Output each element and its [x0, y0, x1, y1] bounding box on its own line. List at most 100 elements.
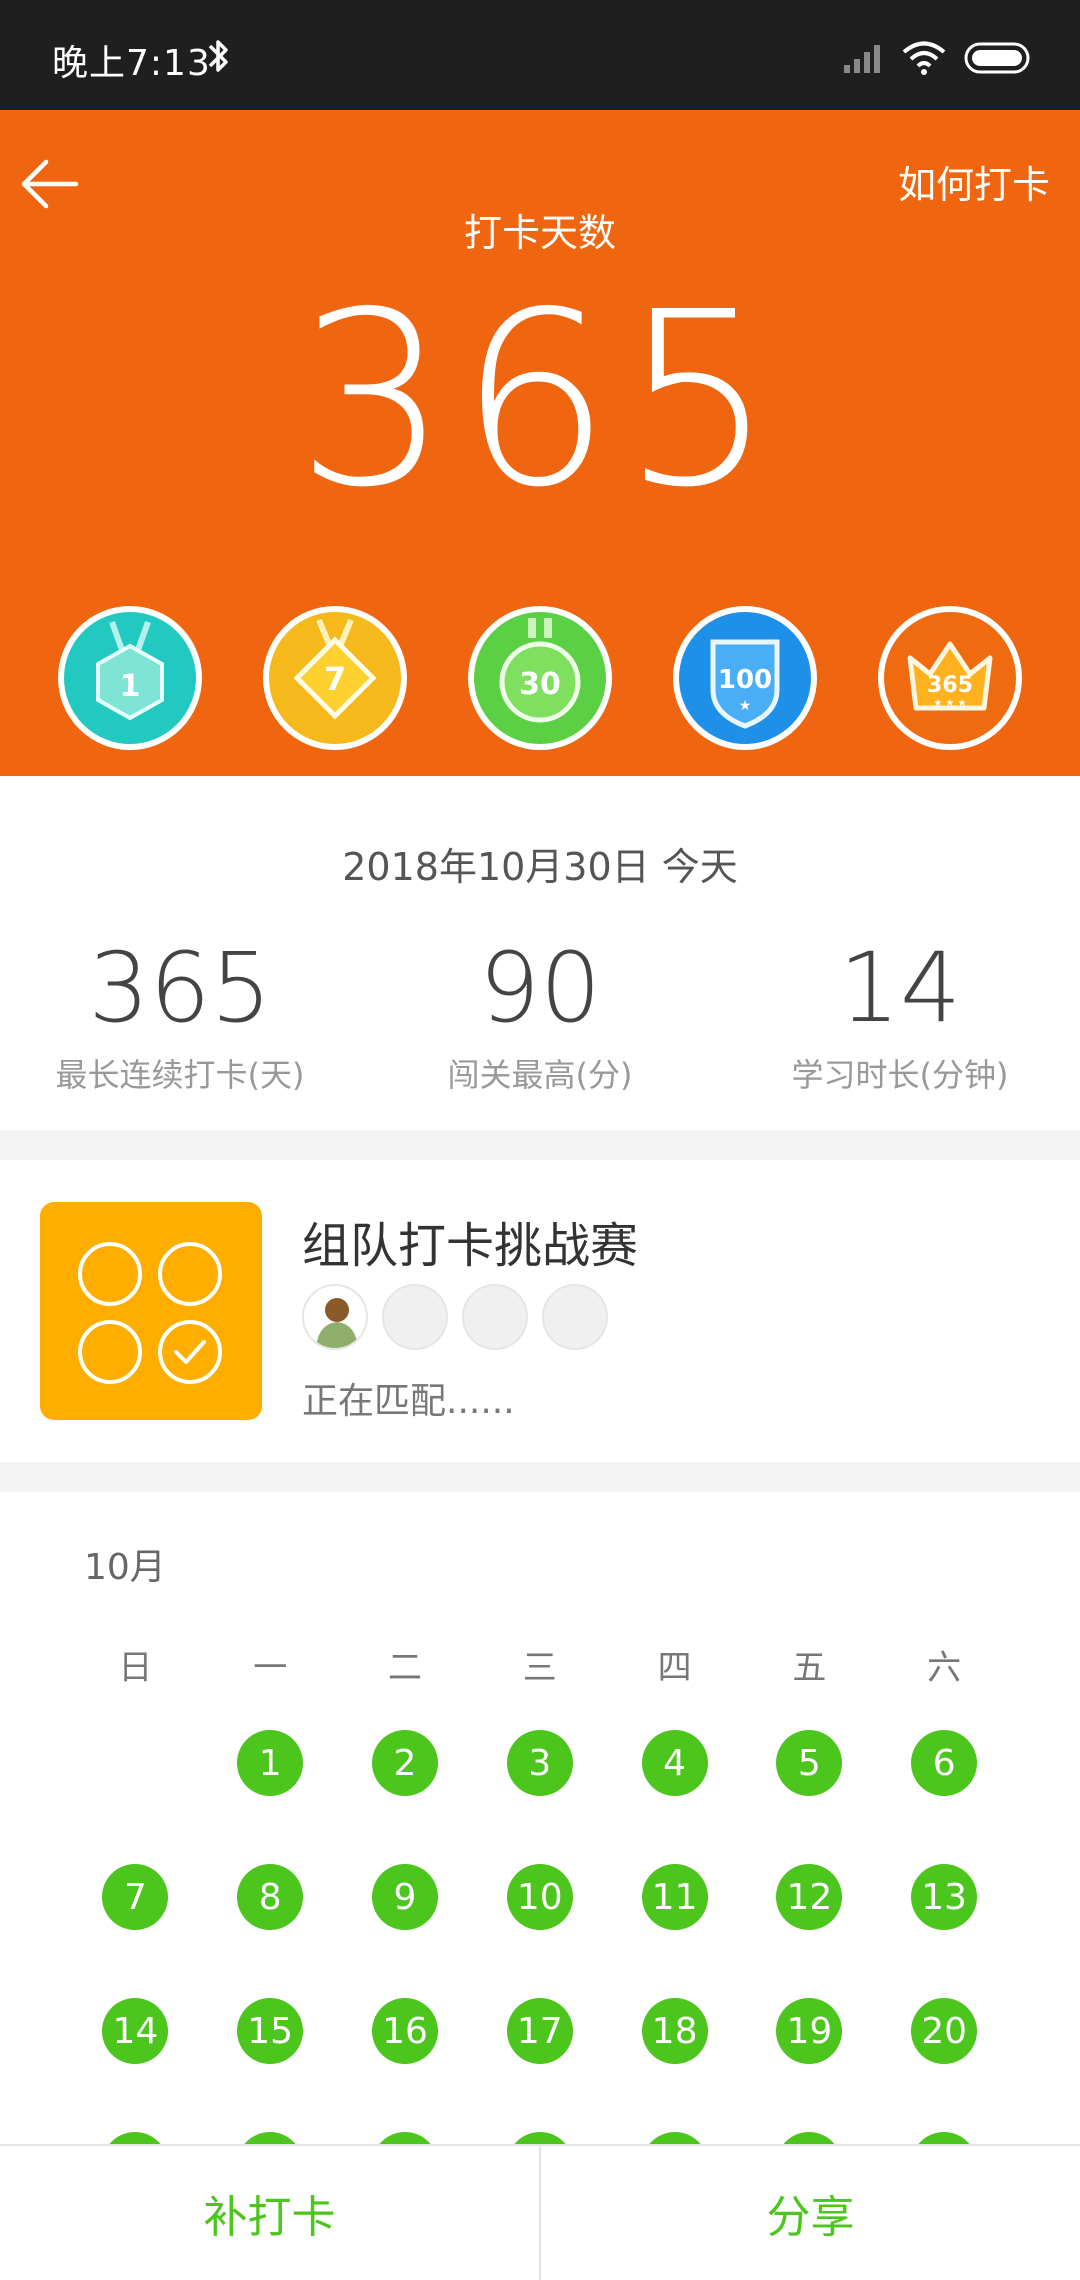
- weekday-label: 六: [927, 1648, 962, 1688]
- badge-100-days[interactable]: 100 ★: [673, 606, 817, 750]
- calendar-day-checked[interactable]: 11: [641, 1864, 708, 1930]
- calendar-cell: 6: [877, 1730, 1012, 1864]
- badge-1-day[interactable]: 1: [58, 606, 202, 750]
- makeup-checkin-button[interactable]: 补打卡: [0, 2146, 541, 2280]
- calendar-day-checked[interactable]: 12: [776, 1864, 843, 1930]
- calendar-day-checked[interactable]: 25: [641, 2132, 708, 2144]
- badge-30-days[interactable]: 30: [468, 606, 612, 750]
- stat-value: 90: [478, 932, 602, 1044]
- calendar-cell: 10: [472, 1864, 607, 1998]
- calendar-day-checked[interactable]: 18: [641, 1998, 708, 2064]
- calendar-cell: 9: [338, 1864, 473, 1998]
- avatar: [302, 1284, 368, 1350]
- avatar-empty: [462, 1284, 528, 1350]
- calendar-day-checked[interactable]: 13: [911, 1864, 978, 1930]
- weekday-label: 五: [792, 1648, 827, 1688]
- calendar-cell: [68, 1730, 203, 1864]
- weekday-label: 四: [657, 1648, 692, 1688]
- round-badge-icon: 30: [499, 618, 581, 723]
- svg-text:7: 7: [324, 660, 346, 698]
- crown-badge-icon: 365 ★ ★ ★: [907, 641, 993, 711]
- how-to-checkin-link[interactable]: 如何打卡: [898, 154, 1050, 209]
- battery-icon: [964, 42, 1030, 74]
- calendar-day-checked[interactable]: 10: [506, 1864, 573, 1930]
- weekday-label: 日: [118, 1648, 153, 1688]
- calendar-cell: 12: [742, 1864, 877, 1998]
- calendar-day-checked[interactable]: 2: [371, 1730, 438, 1796]
- shield-badge-icon: 100 ★: [710, 639, 780, 729]
- wifi-icon: [902, 41, 946, 75]
- stat-label: 学习时长(分钟): [791, 1056, 1009, 1094]
- svg-text:100: 100: [718, 665, 772, 695]
- bottom-action-bar: 补打卡 分享: [0, 2144, 1080, 2280]
- calendar-day-checked[interactable]: 14: [102, 1998, 169, 2064]
- stat-value: 14: [838, 932, 962, 1044]
- calendar-cell: 18: [607, 1998, 742, 2132]
- calendar-cell: 16: [338, 1998, 473, 2132]
- calendar-month: 10月: [84, 1547, 166, 1588]
- calendar-day-checked[interactable]: 3: [506, 1730, 573, 1796]
- svg-text:★: ★: [739, 698, 752, 714]
- calendar-day-checked[interactable]: 20: [911, 1998, 978, 2064]
- calendar-cell: 5: [742, 1730, 877, 1864]
- diamond-badge-icon: 7: [293, 618, 377, 720]
- calendar-cell: 22: [203, 2132, 338, 2144]
- section-divider: [0, 1462, 1080, 1492]
- calendar-cell: 8: [203, 1864, 338, 1998]
- calendar-day-checked[interactable]: 19: [776, 1998, 843, 2064]
- svg-text:★ ★ ★: ★ ★ ★: [933, 698, 966, 709]
- calendar-week-row: 1 2 3 4 5 6: [68, 1730, 1012, 1864]
- team-match-status: 正在匹配......: [302, 1381, 515, 1422]
- stats-row: 365 最长连续打卡(天) 90 闯关最高(分) 14 学习时长(分钟): [0, 940, 1080, 1096]
- team-challenge-card[interactable]: 组队打卡挑战赛 正在匹配......: [0, 1160, 1080, 1462]
- stat-highest-score: 90 闯关最高(分): [360, 940, 720, 1096]
- share-button[interactable]: 分享: [541, 2146, 1080, 2280]
- calendar-day-checked[interactable]: 7: [102, 1864, 169, 1930]
- stat-study-time: 14 学习时长(分钟): [720, 940, 1080, 1096]
- calendar-cell: 27: [877, 2132, 1012, 2144]
- team-avatars: [302, 1284, 608, 1350]
- checkin-header: 如何打卡 打卡天数 365 1 7 30 100 ★ 365 ★ ★ ★: [0, 110, 1080, 776]
- stat-value: 365: [88, 932, 272, 1044]
- calendar-day-checked[interactable]: 5: [776, 1730, 843, 1796]
- calendar-day-checked[interactable]: 4: [641, 1730, 708, 1796]
- today-date: 2018年10月30日 今天: [342, 845, 738, 889]
- calendar-grid: 1234567891011121314151617181920212223242…: [68, 1730, 1012, 2144]
- calendar-day-checked[interactable]: 23: [371, 2132, 438, 2144]
- hexagon-badge-icon: 1: [96, 620, 164, 721]
- calendar-day-checked[interactable]: 21: [102, 2132, 169, 2144]
- calendar-cell: 7: [68, 1864, 203, 1998]
- calendar-cell: 24: [472, 2132, 607, 2144]
- calendar-cell: 21: [68, 2132, 203, 2144]
- calendar-day-checked[interactable]: 8: [237, 1864, 304, 1930]
- checkin-days-title: 打卡天数: [463, 211, 616, 255]
- calendar-cell: 3: [472, 1730, 607, 1864]
- calendar-day-checked[interactable]: 1: [237, 1730, 304, 1796]
- calendar-day-checked[interactable]: 27: [911, 2132, 978, 2144]
- calendar-day-checked[interactable]: 17: [506, 1998, 573, 2064]
- weekday-label: 三: [522, 1648, 557, 1688]
- calendar-day-checked[interactable]: 26: [776, 2132, 843, 2144]
- calendar-day-checked[interactable]: 16: [371, 1998, 438, 2064]
- stat-label: 闯关最高(分): [447, 1056, 633, 1094]
- calendar-day-checked[interactable]: 15: [237, 1998, 304, 2064]
- bluetooth-icon: [208, 40, 228, 72]
- calendar-cell: 14: [68, 1998, 203, 2132]
- badge-365-days[interactable]: 365 ★ ★ ★: [878, 606, 1022, 750]
- svg-text:1: 1: [120, 669, 141, 704]
- badge-7-days[interactable]: 7: [263, 606, 407, 750]
- checkin-days-count: 365: [295, 260, 785, 540]
- calendar-week-row: 21 22 23 24 25 26 27: [68, 2132, 1012, 2144]
- avatar-empty: [542, 1284, 608, 1350]
- calendar-day-checked[interactable]: 22: [237, 2132, 304, 2144]
- checkin-calendar: 10月 日 一 二 三 四 五 六 1 2 3 4 5 6 7 8 9 10 11 12 13 14 15 1…: [0, 1492, 1080, 2144]
- svg-text:365: 365: [927, 673, 973, 698]
- calendar-day-checked[interactable]: 9: [371, 1864, 438, 1930]
- avatar-empty: [382, 1284, 448, 1350]
- status-icons: [844, 38, 1034, 78]
- calendar-day-checked[interactable]: 6: [911, 1730, 978, 1796]
- calendar-cell: 25: [607, 2132, 742, 2144]
- svg-text:30: 30: [519, 667, 561, 702]
- calendar-day-checked[interactable]: 24: [506, 2132, 573, 2144]
- calendar-cell: 17: [472, 1998, 607, 2132]
